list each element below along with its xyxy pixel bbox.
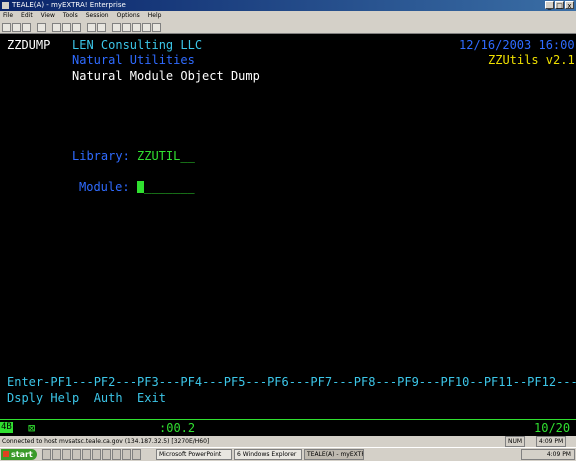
status-time: 4:09 PM — [536, 436, 567, 447]
save-icon[interactable] — [22, 23, 31, 32]
page-title: Natural Module Object Dump — [72, 69, 260, 83]
menu-options[interactable]: Options — [117, 11, 140, 21]
status-bar: Connected to host mvsatsc.teale.ca.gov (… — [0, 436, 576, 447]
response-timer: :00.2 — [159, 421, 196, 435]
send-icon[interactable] — [87, 23, 96, 32]
new-icon[interactable] — [2, 23, 11, 32]
start-button[interactable]: start — [1, 449, 37, 460]
program-name: ZZDUMP — [7, 38, 51, 52]
cut-icon[interactable] — [52, 23, 61, 32]
colors-icon[interactable] — [132, 23, 141, 32]
window-title: TEALE(A) - myEXTRA! Enterprise — [12, 1, 126, 9]
menu-view[interactable]: View — [41, 11, 55, 21]
settings-icon[interactable] — [112, 23, 121, 32]
taskbar-item[interactable]: 6 Windows Explorer — [234, 449, 302, 460]
paste-icon[interactable] — [72, 23, 81, 32]
copy-icon[interactable] — [62, 23, 71, 32]
library-input[interactable]: ZZUTIL__ — [137, 149, 195, 163]
system-tray-clock: 4:09 PM — [521, 449, 575, 460]
library-label: Library: — [72, 149, 130, 163]
pf-labels-row[interactable]: Dsply Help Auth Exit — [7, 391, 166, 405]
num-lock-indicator: NUM — [505, 436, 526, 447]
pf-keys-row[interactable]: Enter-PF1---PF2---PF3---PF4---PF5---PF6-… — [7, 375, 576, 389]
quicklaunch-icon[interactable] — [72, 449, 81, 460]
text-cursor — [137, 181, 144, 193]
menu-file[interactable]: File — [3, 11, 13, 21]
cursor-status-icon: ⊠ — [28, 421, 36, 435]
company-name: LEN Consulting LLC — [72, 38, 203, 52]
menu-help[interactable]: Help — [148, 11, 162, 21]
module-input[interactable]: _______ — [144, 180, 195, 194]
quicklaunch-icon[interactable] — [82, 449, 91, 460]
toolbar — [0, 21, 576, 34]
menu-session[interactable]: Session — [86, 11, 109, 21]
open-icon[interactable] — [12, 23, 21, 32]
macro-icon[interactable] — [142, 23, 151, 32]
minimize-button[interactable]: _ — [545, 1, 554, 10]
quicklaunch-icon[interactable] — [132, 449, 141, 460]
quicklaunch-icon[interactable] — [102, 449, 111, 460]
close-button[interactable]: x — [565, 1, 574, 10]
menu-tools[interactable]: Tools — [63, 11, 78, 21]
menu-bar: File Edit View Tools Session Options Hel… — [0, 11, 576, 21]
module-label: Module: — [79, 180, 130, 194]
quicklaunch-icon[interactable] — [92, 449, 101, 460]
print-icon[interactable] — [37, 23, 46, 32]
quicklaunch-icon[interactable] — [112, 449, 121, 460]
quicklaunch-icon[interactable] — [62, 449, 71, 460]
app-icon — [2, 2, 9, 9]
quicklaunch-icon[interactable] — [42, 449, 51, 460]
menu-edit[interactable]: Edit — [21, 11, 33, 21]
quicklaunch-icon[interactable] — [52, 449, 61, 460]
taskbar: start Microsoft PowerPoint 6 Windows Exp… — [0, 447, 576, 461]
operator-info-area: 4B ⊠ :00.2 10/20 — [0, 419, 576, 436]
connection-status: Connected to host mvsatsc.teale.ca.gov (… — [2, 438, 210, 445]
cursor-position: 10/20 — [534, 421, 571, 435]
terminal-screen[interactable]: ZZDUMP LEN Consulting LLC 12/16/2003 16:… — [0, 35, 576, 419]
keyboard-icon[interactable] — [122, 23, 131, 32]
maximize-button[interactable]: □ — [555, 1, 564, 10]
quicklaunch-icon[interactable] — [122, 449, 131, 460]
help-icon[interactable] — [152, 23, 161, 32]
date-time: 12/16/2003 16:00 — [459, 38, 575, 52]
taskbar-item[interactable]: Microsoft PowerPoint — [156, 449, 232, 460]
taskbar-item-active[interactable]: TEALE(A) - myEXTRA! — [304, 449, 364, 460]
indicator-badge: 4B — [0, 422, 13, 433]
subtitle: Natural Utilities — [72, 53, 195, 67]
version: ZZUtils v2.1 — [488, 53, 575, 67]
receive-icon[interactable] — [97, 23, 106, 32]
window-titlebar: TEALE(A) - myEXTRA! Enterprise _ □ x — [0, 0, 576, 11]
